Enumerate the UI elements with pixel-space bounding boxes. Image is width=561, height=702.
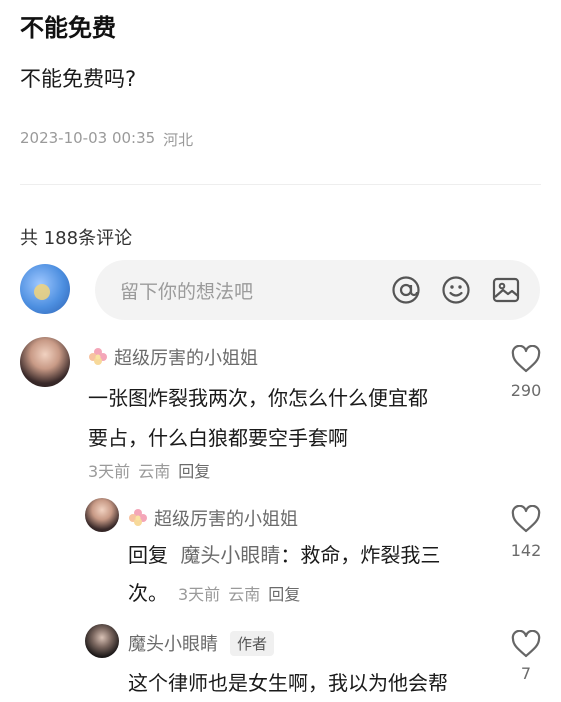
like-button[interactable]: 290 [506, 345, 546, 400]
emoji-icon[interactable] [440, 274, 472, 306]
comment-meta: 3天前 云南 回复 [178, 579, 300, 611]
heart-icon [511, 630, 541, 658]
divider [20, 184, 541, 185]
comment-time: 3天前 [178, 585, 221, 604]
image-icon[interactable] [490, 274, 522, 306]
comment-line: 一张图炸裂我两次，你怎么什么便宜都 [88, 386, 428, 410]
comment-author-row: 超级厉害的小姐姐 [128, 505, 298, 531]
reply-prefix: 回复 [128, 543, 168, 567]
comment-location: 云南 [138, 462, 171, 481]
comment-author-row: 魔头小眼睛 作者 [128, 630, 275, 656]
post-meta: 2023-10-03 00:35 河北 [20, 129, 193, 150]
avatar[interactable] [85, 498, 119, 532]
heart-icon [511, 345, 541, 373]
comment-count: 共 188条评论 [20, 228, 133, 249]
post-location: 河北 [163, 131, 194, 149]
comment-text: 一张图炸裂我两次，你怎么什么便宜都 要占，什么白狼都要空手套啊 [88, 382, 428, 454]
comment-text: 回复 魔头小眼睛：救命，炸裂我三 次。 3天前 云南 回复 [128, 539, 440, 611]
comment-line: ：救命，炸裂我三 [280, 543, 441, 567]
comment-meta: 3天前 云南 回复 [88, 458, 210, 482]
comment-time: 3天前 [88, 462, 131, 481]
like-button[interactable]: 7 [506, 630, 546, 683]
post-title: 不能免费 [20, 14, 116, 42]
comment-line: 这个律师也是女生啊，我以为他会帮 [128, 671, 448, 695]
like-count: 290 [510, 381, 542, 400]
author-badge: 作者 [230, 630, 275, 656]
comment-input-placeholder: 留下你的想法吧 [120, 280, 254, 303]
comment-author[interactable]: 超级厉害的小姐姐 [114, 344, 258, 370]
my-avatar[interactable] [20, 264, 70, 314]
avatar[interactable] [20, 337, 70, 387]
comment-line: 次。 [128, 581, 168, 605]
heart-icon [511, 505, 541, 533]
post-date: 2023-10-03 00:35 [20, 129, 156, 147]
avatar[interactable] [85, 624, 119, 658]
like-button[interactable]: 142 [506, 505, 546, 560]
reply-button[interactable]: 回复 [178, 458, 210, 482]
reply-target-user[interactable]: 魔头小眼睛 [180, 543, 280, 567]
comment-author-row: 超级厉害的小姐姐 [88, 344, 258, 370]
comment-input[interactable]: 留下你的想法吧 [95, 260, 540, 320]
like-count: 7 [520, 664, 532, 683]
comment-author[interactable]: 超级厉害的小姐姐 [154, 505, 298, 531]
at-icon[interactable] [390, 274, 422, 306]
flower-icon [88, 347, 108, 367]
post-body: 不能免费吗? [20, 67, 137, 91]
reply-button[interactable]: 回复 [268, 579, 300, 611]
flower-icon [128, 508, 148, 528]
like-count: 142 [510, 541, 542, 560]
comment-text: 这个律师也是女生啊，我以为他会帮 [128, 667, 448, 699]
comment-location: 云南 [228, 585, 261, 604]
comment-line: 要占，什么白狼都要空手套啊 [88, 426, 348, 450]
comment-author[interactable]: 魔头小眼睛 [128, 630, 218, 656]
